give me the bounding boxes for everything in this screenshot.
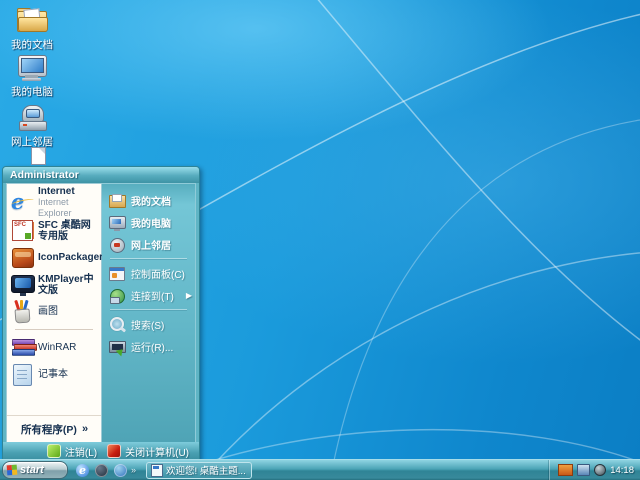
menu-item-paint[interactable]: 画图: [7, 298, 101, 325]
menu-item-label: 画图: [38, 306, 58, 317]
winrar-icon: [11, 336, 34, 359]
menu-item-label: SFC 桌酷网专用版: [38, 220, 99, 242]
menu-item-internet[interactable]: e Internet Internet Explorer: [7, 187, 101, 217]
task-button-zhuoku[interactable]: 欢迎您! 桌酷主题...: [146, 462, 252, 479]
my-computer-icon: [16, 55, 48, 85]
network-places-icon: [16, 105, 48, 135]
notepad-icon: [11, 363, 34, 386]
menu-item-label: 我的电脑: [131, 215, 171, 230]
paint-icon: [11, 300, 34, 323]
menu-item-my-documents[interactable]: 我的文档: [102, 189, 195, 211]
taskbar-clock[interactable]: 14:18: [610, 465, 634, 476]
menu-item-network-places[interactable]: 网上邻居: [102, 233, 195, 255]
submenu-arrow-icon: ▶: [186, 291, 192, 300]
menu-item-label: IconPackager: [38, 252, 103, 263]
log-off-button[interactable]: 注销(L): [47, 444, 97, 459]
start-button[interactable]: start: [2, 461, 68, 479]
desktop: 我的文档 我的电脑 网上邻居 Administrator e Internet …: [0, 0, 640, 480]
messenger-icon[interactable]: [114, 464, 127, 477]
menu-item-sfc[interactable]: SFC SFC 桌酷网专用版: [7, 217, 101, 244]
volume-icon[interactable]: [594, 464, 606, 476]
internet-explorer-icon[interactable]: e: [76, 464, 89, 477]
shut-down-icon: [107, 444, 121, 458]
start-menu-user-banner: Administrator: [3, 167, 199, 183]
log-off-label: 注销(L): [65, 444, 97, 459]
menu-item-label: KMPlayer中文版: [38, 274, 99, 296]
run-icon: [109, 339, 126, 354]
sfc-browser-icon: SFC: [11, 219, 34, 242]
taskbar: start e » 欢迎您! 桌酷主题... 14:18: [0, 459, 640, 480]
kmplayer-icon: [11, 273, 34, 296]
desktop-icon-label: 我的文档: [0, 40, 64, 51]
search-icon: [109, 317, 126, 332]
log-off-icon: [47, 444, 61, 458]
start-button-label: start: [20, 464, 44, 476]
network-places-icon: [109, 237, 126, 252]
menu-item-label: 网上邻居: [131, 237, 171, 252]
menu-item-label: Internet: [38, 186, 75, 197]
menu-item-notepad[interactable]: 记事本: [7, 361, 101, 388]
desktop-icon-my-documents[interactable]: 我的文档: [0, 5, 64, 51]
connect-to-icon: [109, 288, 126, 303]
menu-item-iconpackager[interactable]: IconPackager: [7, 244, 101, 271]
menu-separator: [110, 309, 187, 310]
internet-explorer-icon: e: [11, 191, 34, 214]
menu-item-label: 连接到(T): [131, 288, 174, 303]
menu-item-kmplayer[interactable]: KMPlayer中文版: [7, 271, 101, 298]
start-menu-footer: 注销(L) 关闭计算机(U): [3, 442, 199, 460]
all-programs-button[interactable]: 所有程序(P) »: [7, 415, 101, 442]
menu-item-run[interactable]: 运行(R)...: [102, 335, 195, 357]
menu-item-label: 搜索(S): [131, 317, 164, 332]
menu-item-search[interactable]: 搜索(S): [102, 313, 195, 335]
network-status-icon[interactable]: [577, 464, 590, 476]
menu-item-label: 我的文档: [131, 193, 171, 208]
desktop-icon-my-computer[interactable]: 我的电脑: [0, 53, 64, 98]
menu-item-my-computer[interactable]: 我的电脑: [102, 211, 195, 233]
my-documents-icon: [109, 193, 126, 208]
menu-item-label: WinRAR: [38, 342, 76, 353]
menu-separator: [15, 329, 93, 330]
iconpackager-icon: [11, 246, 34, 269]
menu-item-label: 运行(R)...: [131, 339, 173, 354]
all-programs-label: 所有程序(P): [21, 422, 77, 437]
menu-item-label: 记事本: [38, 369, 68, 380]
windows-flag-icon: [7, 465, 18, 476]
my-documents-icon: [16, 8, 48, 38]
control-panel-icon: [109, 266, 126, 281]
shut-down-label: 关闭计算机(U): [125, 444, 189, 459]
menu-separator: [110, 258, 187, 259]
menu-item-label: 控制面板(C): [131, 266, 185, 281]
system-tray: 14:18: [549, 460, 640, 480]
task-button-label: 欢迎您! 桌酷主题...: [166, 463, 246, 477]
desktop-icon-network-places[interactable]: 网上邻居: [0, 103, 64, 148]
quick-launch-chevron-icon[interactable]: »: [131, 465, 136, 475]
menu-item-winrar[interactable]: WinRAR: [7, 334, 101, 361]
start-menu-left-column: e Internet Internet Explorer SFC SFC 桌酷网…: [6, 183, 102, 442]
start-menu: Administrator e Internet Internet Explor…: [2, 166, 200, 461]
menu-item-control-panel[interactable]: 控制面板(C): [102, 262, 195, 284]
my-computer-icon: [109, 215, 126, 230]
menu-item-sublabel: Internet Explorer: [38, 197, 72, 218]
double-chevron-icon: »: [82, 423, 87, 435]
desktop-icon-label: 我的电脑: [0, 87, 64, 98]
webpage-icon: [151, 464, 163, 477]
document-file-icon[interactable]: [31, 147, 46, 165]
quick-launch-bar: e: [76, 464, 127, 477]
start-menu-right-column: 我的文档 我的电脑 网上邻居 控制面板(C) 连接到(T): [102, 183, 196, 442]
display-settings-icon[interactable]: [558, 464, 573, 476]
kmplayer-icon[interactable]: [95, 464, 108, 477]
shut-down-button[interactable]: 关闭计算机(U): [107, 444, 189, 459]
menu-item-connect-to[interactable]: 连接到(T) ▶: [102, 284, 195, 306]
